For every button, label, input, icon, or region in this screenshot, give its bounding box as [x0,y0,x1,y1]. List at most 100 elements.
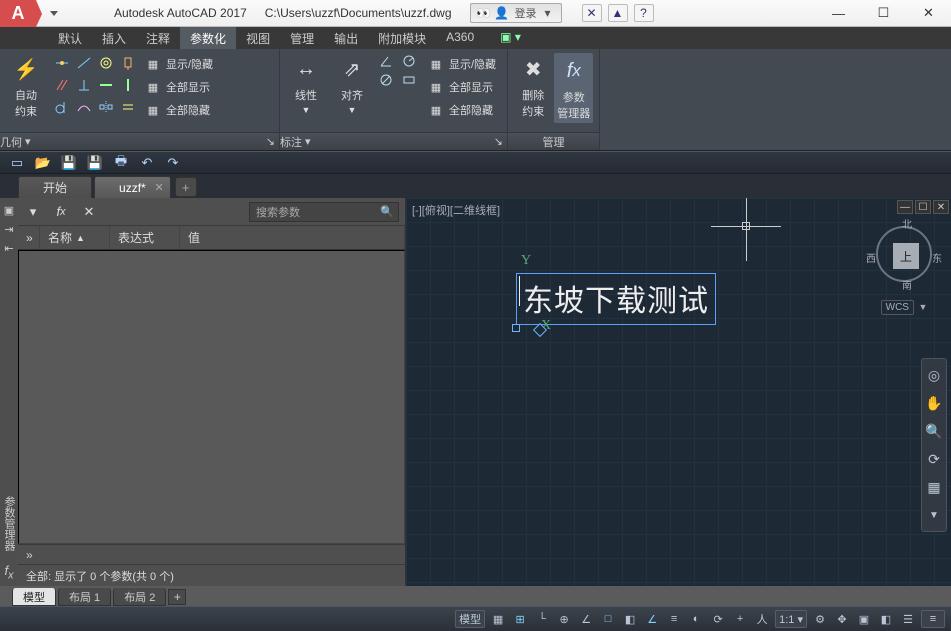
constraint-concentric-icon[interactable] [96,53,116,73]
saveas-icon[interactable]: 💾 [86,154,104,172]
constraint-fix-icon[interactable] [118,53,138,73]
transparency-icon[interactable]: ◐ [687,610,705,628]
parameters-manager-button[interactable]: fx 参数 管理器 [554,53,593,123]
dim-show-all-button[interactable]: ▦全部显示 [427,76,496,98]
palette-button-3[interactable]: ⇤ [4,242,13,255]
vc-close-icon[interactable]: ✕ [933,200,949,214]
constraint-equal-icon[interactable] [118,97,138,117]
autodesk-icon[interactable]: ▲ [608,4,628,22]
panel-title-dimensional[interactable]: 标注 ▾ ↘ [280,132,507,150]
open-icon[interactable]: 📂 [34,154,52,172]
delete-icon[interactable]: ✕ [80,203,98,221]
annoscale-icon[interactable]: 人 [753,610,771,628]
param-expand-button[interactable]: » [18,544,405,564]
exchange-icon[interactable]: ✕ [582,4,602,22]
gear-icon[interactable]: ⚙ [811,610,829,628]
snap-icon[interactable]: ⊞ [511,610,529,628]
dim-hide-all-button[interactable]: ▦全部隐藏 [427,99,496,121]
nav-pan-icon[interactable]: ✋ [924,393,944,413]
panel-title-geometric[interactable]: 几何 ▾ ↘ [0,132,279,150]
close-button[interactable]: ✕ [906,0,951,27]
constraint-perpendicular-icon[interactable] [74,75,94,95]
dim-radius-icon[interactable] [401,53,421,69]
ribbon-tab-default[interactable]: 默认 [48,27,92,49]
ribbon-tab-annotate[interactable]: 注释 [136,27,180,49]
fx-icon[interactable]: fx [52,203,70,221]
nav-more-icon[interactable]: ▼ [924,505,944,525]
add-layout-button[interactable]: + [168,589,186,605]
constraint-symmetric-icon[interactable] [96,97,116,117]
dim-aligned-button[interactable]: ⇗ 对齐 ▼ [332,53,372,115]
dialog-launcher-icon[interactable]: ↘ [266,135,275,148]
param-table-body[interactable] [18,250,405,544]
login-label[interactable]: 登录 [515,5,537,21]
ribbon-tab-insert[interactable]: 插入 [92,27,136,49]
auto-constrain-button[interactable]: ⚡ 自动 约束 [6,53,46,119]
nav-orbit-icon[interactable]: ⟳ [924,449,944,469]
plot-icon[interactable]: 🖶 [112,154,130,172]
grid-icon[interactable]: ▦ [489,610,507,628]
maximize-button[interactable]: ☐ [861,0,906,27]
nav-zoom-icon[interactable]: 🔍 [924,421,944,441]
osnap-icon[interactable]: □ [599,610,617,628]
constraint-smooth-icon[interactable] [74,97,94,117]
nav-showmotion-icon[interactable]: ▦ [924,477,944,497]
geo-show-hide-button[interactable]: ▦显示/隐藏 [144,53,213,75]
undo-icon[interactable]: ↶ [138,154,156,172]
annomonitor-icon[interactable]: + [731,610,749,628]
new-tab-button[interactable]: + [175,177,197,197]
col-expression[interactable]: 表达式 [110,226,180,249]
new-icon[interactable]: ▭ [8,154,26,172]
constraint-coincident-icon[interactable] [52,53,72,73]
wcs-label[interactable]: WCS [881,300,914,315]
help-icon[interactable]: ? [634,4,654,22]
close-tab-icon[interactable]: ✕ [154,181,163,194]
constraint-tangent-icon[interactable] [52,97,72,117]
dim-convert-icon[interactable] [401,72,421,88]
delete-constraints-button[interactable]: ✖ 删除 约束 [514,53,552,119]
units-icon[interactable]: ◧ [877,610,895,628]
status-model-button[interactable]: 模型 [455,610,485,628]
ribbon-tab-manage[interactable]: 管理 [280,27,324,49]
viewport-label[interactable]: [-][俯视][二维线框] [412,202,500,218]
polar-icon[interactable]: ⊕ [555,610,573,628]
app-menu-dropdown-icon[interactable] [50,11,58,16]
ribbon-tab-a360[interactable]: A360 [436,27,484,49]
quickprops-icon[interactable]: ☰ [899,610,917,628]
app-logo[interactable]: A [0,0,36,27]
nav-wheel-icon[interactable]: ◎ [924,365,944,385]
palette-button-1[interactable]: ▣ [4,204,14,217]
ortho-icon[interactable]: └ [533,610,551,628]
collapse-button[interactable]: » [18,226,40,249]
redo-icon[interactable]: ↷ [164,154,182,172]
constraint-horizontal-icon[interactable] [96,75,116,95]
constraint-vertical-icon[interactable] [118,75,138,95]
constraint-collinear-icon[interactable] [74,53,94,73]
ribbon-tab-parametric[interactable]: 参数化 [180,27,236,49]
dialog-launcher-icon[interactable]: ↘ [494,135,503,148]
3dosnap-icon[interactable]: ◧ [621,610,639,628]
ribbon-tab-focus[interactable]: ▣ ▾ [490,27,531,49]
viewcube-face[interactable]: 上 [893,243,919,269]
layout-tab-model[interactable]: 模型 [12,588,56,606]
col-name[interactable]: 名称 ▲ [40,226,110,249]
dim-linear-button[interactable]: ↔ 线性 ▼ [286,53,326,115]
ribbon-tab-view[interactable]: 视图 [236,27,280,49]
title-search[interactable]: 👀 👤 登录 ▾ [470,3,562,23]
filter-icon[interactable]: ▾ [24,203,42,221]
layout-tab-2[interactable]: 布局 2 [113,588,166,606]
isoplane-icon[interactable]: ∠ [577,610,595,628]
ribbon-tab-output[interactable]: 输出 [324,27,368,49]
lineweight-icon[interactable]: ≡ [665,610,683,628]
param-search-input[interactable]: 搜索参数 🔍 [249,202,399,222]
dim-angular-icon[interactable] [378,53,398,69]
annotation-visibility-icon[interactable]: ✥ [833,610,851,628]
geo-show-all-button[interactable]: ▦全部显示 [144,76,213,98]
file-tab-uzzf[interactable]: uzzf*✕ [94,176,171,198]
customize-icon[interactable]: ≡ [921,610,945,628]
cycling-icon[interactable]: ⟳ [709,610,727,628]
dim-diameter-icon[interactable] [378,72,398,88]
scale-button[interactable]: 1:1 ▾ [775,610,807,628]
vc-max-icon[interactable]: ☐ [915,200,931,214]
view-cube[interactable]: 上 北 南 东 西 WCS ▼ [873,226,935,315]
